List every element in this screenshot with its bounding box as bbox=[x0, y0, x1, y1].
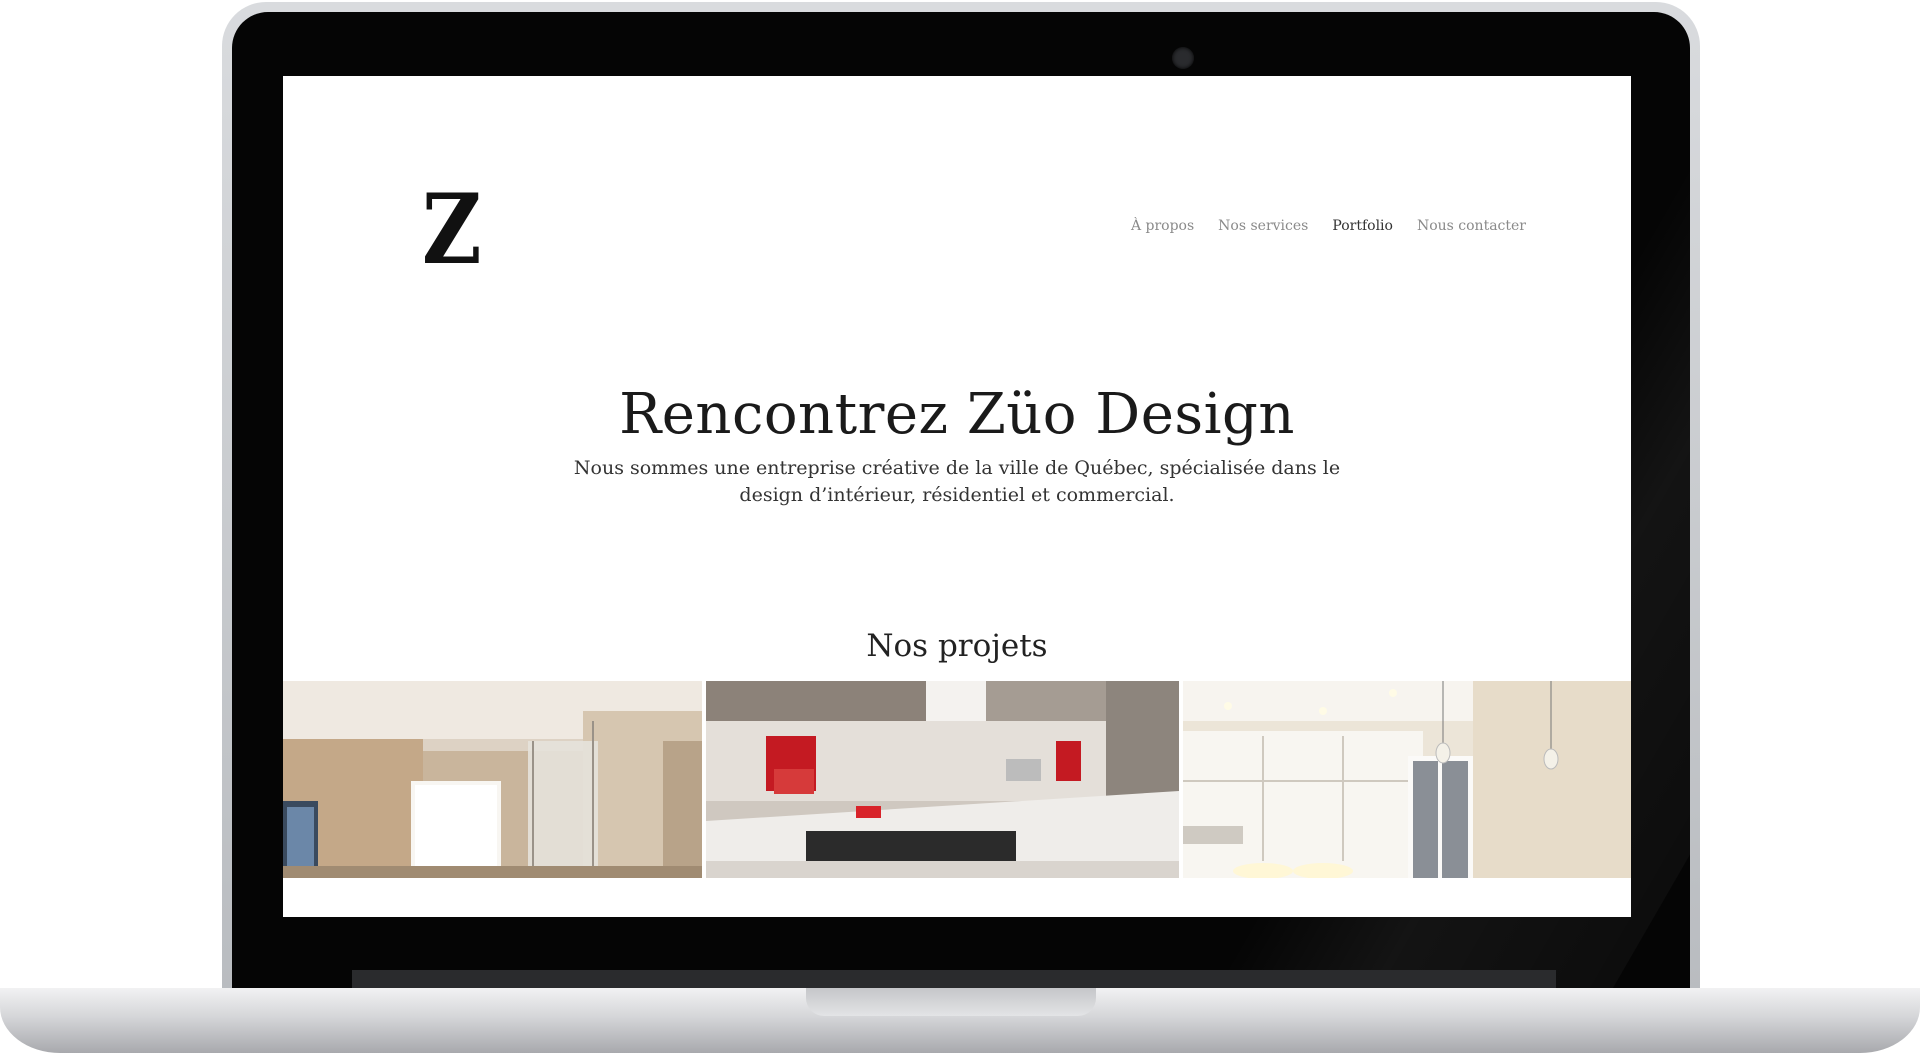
nav-item-portfolio[interactable]: Portfolio bbox=[1332, 218, 1393, 234]
hero-title: Rencontrez Züo Design bbox=[619, 382, 1295, 447]
project-card-cabinets[interactable] bbox=[1183, 681, 1631, 878]
projects-title: Nos projets bbox=[866, 628, 1048, 664]
website-screen: Z À propos Nos services Portfolio Nous c… bbox=[283, 76, 1631, 917]
kitchen-cabinets-photo-icon bbox=[1183, 681, 1631, 878]
project-card-kitchen[interactable] bbox=[706, 681, 1179, 878]
nav-item-a-propos[interactable]: À propos bbox=[1131, 218, 1194, 234]
kitchen-mixer-photo-icon bbox=[706, 681, 1179, 878]
laptop-hinge bbox=[352, 970, 1556, 988]
main-nav: À propos Nos services Portfolio Nous con… bbox=[1131, 218, 1526, 234]
nav-item-nous-contacter[interactable]: Nous contacter bbox=[1417, 218, 1526, 234]
project-card-bathroom[interactable] bbox=[283, 681, 702, 878]
laptop-notch bbox=[806, 988, 1096, 1016]
projects-gallery bbox=[283, 681, 1631, 878]
bathroom-photo-icon bbox=[283, 681, 702, 878]
hero-subtitle: Nous sommes une entreprise créative de l… bbox=[573, 457, 1341, 506]
nav-item-nos-services[interactable]: Nos services bbox=[1218, 218, 1308, 234]
camera-icon bbox=[1172, 47, 1194, 69]
logo[interactable]: Z bbox=[422, 182, 482, 278]
